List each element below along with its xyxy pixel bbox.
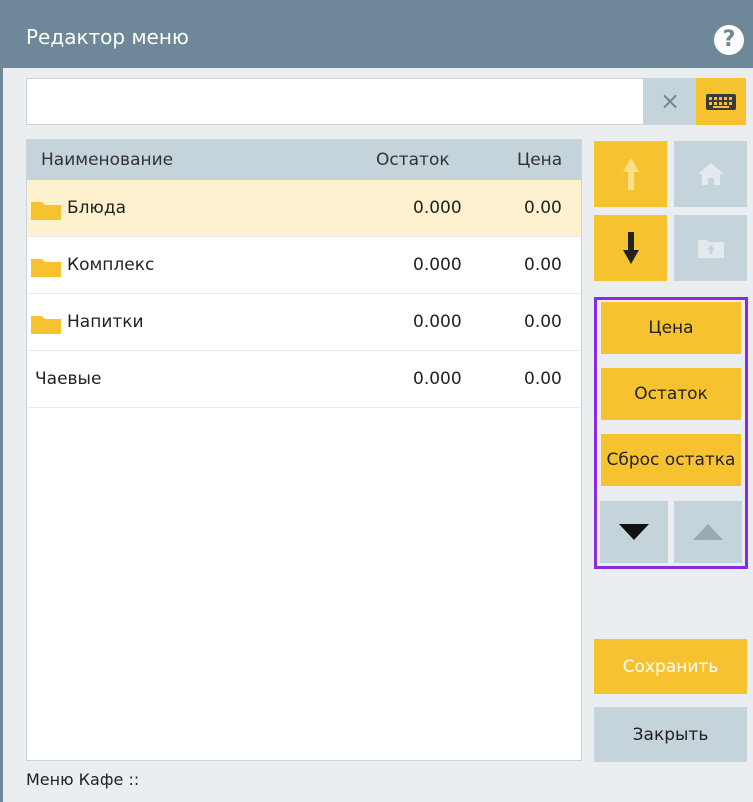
folder-icon <box>31 202 61 220</box>
triangle-down-icon <box>619 524 649 540</box>
column-header-price[interactable]: Цена <box>517 150 562 170</box>
price-button[interactable]: Цена <box>601 302 741 354</box>
row-price: 0.00 <box>524 255 562 275</box>
table-row[interactable]: Напитки 0.000 0.00 <box>27 294 581 351</box>
search-input[interactable] <box>26 78 644 125</box>
stock-button[interactable]: Остаток <box>601 368 741 420</box>
close-button[interactable]: Закрыть <box>594 707 747 762</box>
triangle-up-icon <box>693 524 723 540</box>
move-up-button[interactable] <box>594 141 667 207</box>
column-header-name[interactable]: Наименование <box>41 150 173 170</box>
window-title: Редактор меню <box>26 25 189 49</box>
row-name: Напитки <box>67 312 144 332</box>
row-name: Блюда <box>67 198 127 218</box>
column-header-stock[interactable]: Остаток <box>376 150 450 170</box>
folder-up-button[interactable] <box>674 215 747 281</box>
arrow-down-icon <box>622 232 639 264</box>
table-row[interactable]: Блюда 0.000 0.00 <box>27 180 581 237</box>
save-button[interactable]: Сохранить <box>594 639 747 694</box>
row-stock: 0.000 <box>413 198 462 218</box>
title-bar: Редактор меню ? <box>3 0 753 68</box>
folder-icon <box>31 316 61 334</box>
clear-icon[interactable]: × <box>644 78 696 125</box>
table-row[interactable]: Комплекс 0.000 0.00 <box>27 237 581 294</box>
arrow-up-icon <box>622 158 639 190</box>
scroll-down-button[interactable] <box>600 501 668 563</box>
edit-actions-group: Цена Остаток Сброс остатка <box>594 297 748 569</box>
row-name: Комплекс <box>67 255 155 275</box>
row-stock: 0.000 <box>413 312 462 332</box>
row-stock: 0.000 <box>413 255 462 275</box>
help-icon[interactable]: ? <box>714 25 744 55</box>
keyboard-icon <box>706 93 736 110</box>
reset-stock-button[interactable]: Сброс остатка <box>601 434 741 486</box>
scroll-up-button[interactable] <box>674 501 742 563</box>
table-row[interactable]: Чаевые 0.000 0.00 <box>27 351 581 408</box>
menu-editor-window: Редактор меню ? × Наименование Остаток Ц… <box>0 0 753 802</box>
menu-table: Наименование Остаток Цена Блюда 0.000 0.… <box>26 139 582 761</box>
folder-icon <box>31 259 61 277</box>
row-stock: 0.000 <box>413 369 462 389</box>
home-icon <box>697 163 724 185</box>
row-price: 0.00 <box>524 312 562 332</box>
move-down-button[interactable] <box>594 215 667 281</box>
status-text: Меню Кафе :: <box>26 770 140 789</box>
row-price: 0.00 <box>524 369 562 389</box>
row-name: Чаевые <box>35 369 102 389</box>
folder-up-icon <box>697 240 724 258</box>
home-button[interactable] <box>674 141 747 207</box>
table-header: Наименование Остаток Цена <box>27 140 581 180</box>
keyboard-button[interactable] <box>696 78 746 125</box>
row-price: 0.00 <box>524 198 562 218</box>
